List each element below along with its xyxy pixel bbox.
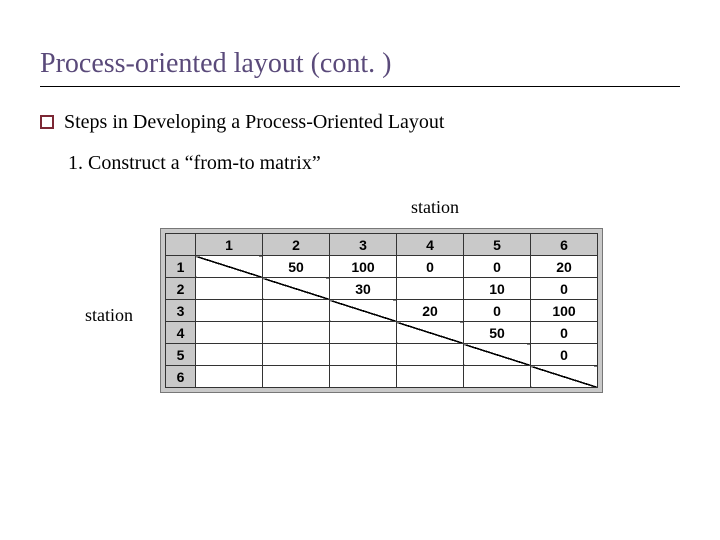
data-cell: 20 [531, 256, 598, 278]
row-header: 3 [166, 300, 196, 322]
table-row: 3 20 0 100 [166, 300, 598, 322]
diag-cell [531, 366, 598, 388]
data-cell: 0 [531, 278, 598, 300]
data-cell: 0 [531, 322, 598, 344]
station-label-left: station [85, 305, 133, 326]
diag-cell [397, 322, 464, 344]
diag-cell [196, 256, 263, 278]
blank-cell [464, 366, 531, 388]
table-row: 2 30 10 0 [166, 278, 598, 300]
data-cell: 0 [531, 344, 598, 366]
blank-cell [196, 278, 263, 300]
from-to-matrix: 1 2 3 4 5 6 1 50 100 0 0 20 2 [160, 228, 603, 393]
table-row: 4 50 0 [166, 322, 598, 344]
col-header: 1 [196, 234, 263, 256]
col-header: 6 [531, 234, 598, 256]
col-header: 5 [464, 234, 531, 256]
blank-cell [196, 344, 263, 366]
col-header: 3 [330, 234, 397, 256]
col-header: 4 [397, 234, 464, 256]
row-header: 2 [166, 278, 196, 300]
data-cell: 0 [464, 300, 531, 322]
data-cell: 0 [397, 256, 464, 278]
data-cell: 100 [330, 256, 397, 278]
corner-cell [166, 234, 196, 256]
matrix-table: 1 2 3 4 5 6 1 50 100 0 0 20 2 [165, 233, 598, 388]
row-header: 5 [166, 344, 196, 366]
data-cell: 20 [397, 300, 464, 322]
diag-cell [330, 300, 397, 322]
blank-cell [397, 344, 464, 366]
blank-cell [330, 366, 397, 388]
row-header: 1 [166, 256, 196, 278]
blank-cell [263, 344, 330, 366]
slide-title: Process-oriented layout (cont. ) [40, 48, 680, 87]
blank-cell [263, 322, 330, 344]
data-cell: 30 [330, 278, 397, 300]
blank-cell [330, 322, 397, 344]
data-cell: 10 [464, 278, 531, 300]
bullet-row: Steps in Developing a Process-Oriented L… [40, 111, 680, 134]
table-row: 6 [166, 366, 598, 388]
table-row: 1 50 100 0 0 20 [166, 256, 598, 278]
diag-cell [263, 278, 330, 300]
header-row: 1 2 3 4 5 6 [166, 234, 598, 256]
data-cell: 0 [464, 256, 531, 278]
blank-cell [330, 344, 397, 366]
data-cell: 50 [464, 322, 531, 344]
table-row: 5 0 [166, 344, 598, 366]
blank-cell [196, 366, 263, 388]
bullet-text: Steps in Developing a Process-Oriented L… [64, 111, 444, 134]
step-1-text: 1. Construct a “from-to matrix” [68, 152, 680, 175]
matrix-area: station station 1 2 3 4 5 6 1 50 100 [40, 197, 680, 398]
blank-cell [263, 300, 330, 322]
data-cell [397, 278, 464, 300]
blank-cell [263, 366, 330, 388]
station-label-top: station [230, 197, 640, 218]
blank-cell [196, 322, 263, 344]
blank-cell [196, 300, 263, 322]
diag-cell [464, 344, 531, 366]
data-cell: 100 [531, 300, 598, 322]
square-bullet-icon [40, 115, 54, 129]
data-cell: 50 [263, 256, 330, 278]
blank-cell [397, 366, 464, 388]
row-header: 4 [166, 322, 196, 344]
row-header: 6 [166, 366, 196, 388]
col-header: 2 [263, 234, 330, 256]
